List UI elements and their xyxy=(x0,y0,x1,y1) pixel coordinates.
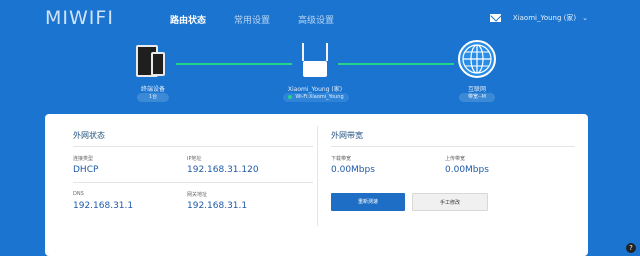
bandwidth-title-divider xyxy=(331,146,575,147)
link-devices-router xyxy=(176,63,292,65)
wan-status-title: 外网状态 xyxy=(73,131,105,140)
dns-label: DNS xyxy=(73,191,84,197)
internet-label: 互联网 xyxy=(467,86,486,93)
bandwidth-title: 外网带宽 xyxy=(331,131,363,140)
internet-status-badge[interactable]: 带宽--M xyxy=(459,93,495,102)
download-value: 0.00Mbps xyxy=(331,165,375,175)
upload-value: 0.00Mbps xyxy=(445,165,489,175)
link-router-internet xyxy=(338,63,454,65)
ip-label: IP地址 xyxy=(187,156,202,162)
ip-value: 192.168.31.120 xyxy=(187,165,259,175)
logo: MIWIFI xyxy=(45,7,114,29)
dns-value: 192.168.31.1 xyxy=(73,201,134,211)
gateway-label: 网关地址 xyxy=(187,192,208,198)
conn-type-value: DHCP xyxy=(73,165,99,175)
upload-label: 上传带宽 xyxy=(445,156,466,162)
conn-type-label: 连接类型 xyxy=(73,156,94,162)
nav-advanced-settings[interactable]: 高级设置 xyxy=(298,13,334,26)
router-wifi-text: Wi-Fi:Xiaomi_Young xyxy=(295,94,344,100)
gateway-value: 192.168.31.1 xyxy=(187,201,248,211)
chevron-down-icon[interactable]: ⌄ xyxy=(582,14,588,22)
wan-title-divider xyxy=(73,146,313,147)
router-label: Xiaomi_Young (家) xyxy=(287,86,343,93)
devices-icon[interactable] xyxy=(136,42,170,78)
user-menu[interactable]: Xiaomi_Young (家) ⌄ xyxy=(489,13,588,23)
manual-edit-button[interactable]: 手工修改 xyxy=(412,193,488,211)
router-icon[interactable] xyxy=(300,43,330,79)
devices-count-badge[interactable]: 1台 xyxy=(137,93,169,102)
nav-common-settings[interactable]: 常用设置 xyxy=(234,13,270,26)
section-divider xyxy=(317,126,318,226)
download-label: 下载带宽 xyxy=(331,156,352,162)
mail-icon[interactable] xyxy=(489,14,501,22)
user-name[interactable]: Xiaomi_Young (家) xyxy=(513,13,576,23)
devices-label: 终端设备 xyxy=(140,86,165,93)
router-wifi-badge[interactable]: Wi-Fi:Xiaomi_Young xyxy=(283,93,349,102)
main-nav: 路由状态 常用设置 高级设置 xyxy=(170,13,362,26)
globe-icon[interactable] xyxy=(458,40,496,78)
status-panel: 外网状态 连接类型 DHCP IP地址 192.168.31.120 DNS 1… xyxy=(45,114,588,256)
help-icon[interactable]: ? xyxy=(626,243,636,253)
wan-row-divider xyxy=(73,182,313,183)
nav-router-status[interactable]: 路由状态 xyxy=(170,13,206,26)
status-dot-icon xyxy=(288,94,293,99)
network-topology: 终端设备 1台 Xiaomi_Young (家) Wi-Fi:Xiaomi_Yo… xyxy=(0,40,640,112)
retest-speed-button[interactable]: 重新测速 xyxy=(331,193,405,211)
top-bar: MIWIFI 路由状态 常用设置 高级设置 Xiaomi_Young (家) ⌄ xyxy=(0,0,640,40)
